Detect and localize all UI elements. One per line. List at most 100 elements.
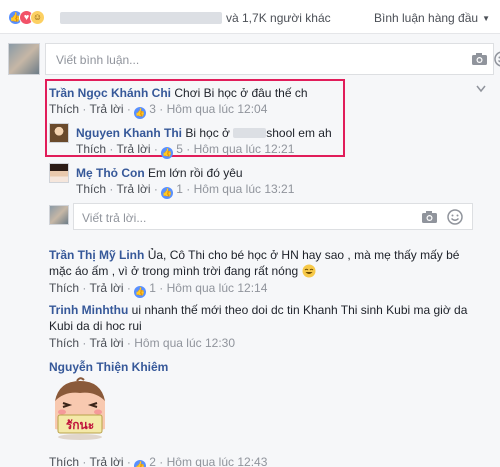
comment-row-cont: Kubi da di hoc rui xyxy=(49,319,142,333)
separator: · xyxy=(82,102,87,116)
timestamp[interactable]: Hôm qua lúc 12:14 xyxy=(167,281,268,295)
timestamp[interactable]: Hôm qua lúc 12:43 xyxy=(167,455,268,467)
like-link[interactable]: Thích xyxy=(49,455,79,467)
blurred-names xyxy=(60,12,222,24)
reaction-icons[interactable]: 👍 ♥ ☺ xyxy=(8,10,60,26)
separator: · xyxy=(159,102,164,116)
like-count-icon: 👍 xyxy=(134,460,147,467)
like-link[interactable]: Thích xyxy=(49,102,79,116)
like-count-icon: 👍 xyxy=(134,107,147,119)
chevron-down-icon[interactable] xyxy=(476,85,486,93)
reactions-count[interactable]: và 1,7K người khác xyxy=(226,11,331,25)
timestamp[interactable]: Hôm qua lúc 12:30 xyxy=(134,336,235,350)
separator: · xyxy=(159,455,164,467)
reply-link[interactable]: Trả lời xyxy=(89,281,123,295)
comment-author[interactable]: Trần Thị Mỹ Linh xyxy=(49,248,144,262)
separator: · xyxy=(153,142,158,156)
avatar[interactable] xyxy=(49,163,69,183)
timestamp[interactable]: Hôm qua lúc 12:04 xyxy=(167,102,268,116)
comment-text-line2: Kubi da di hoc rui xyxy=(49,319,142,333)
comment-meta: Thích · Trả lời · 👍 2 · Hôm qua lúc 12:43 xyxy=(49,455,267,467)
comment-author[interactable]: Trinh Minhthu xyxy=(49,303,128,317)
like-count-icon: 👍 xyxy=(161,147,174,159)
like-count[interactable]: 2 xyxy=(149,455,156,467)
separator: · xyxy=(186,182,191,196)
separator: · xyxy=(159,281,164,295)
sort-label: Bình luận hàng đầu xyxy=(373,11,479,25)
reply-link[interactable]: Trả lời xyxy=(89,336,123,350)
comment-row: Nguyễn Thiện Khiêm xyxy=(49,360,168,374)
camera-icon[interactable] xyxy=(421,210,438,224)
separator: · xyxy=(82,281,87,295)
comment-text-line2: mặc áo ấm , vì ở trong mình trời đang rấ… xyxy=(49,264,299,278)
comment-text-start: Bi học ở xyxy=(185,126,230,140)
reply-link[interactable]: Trả lời xyxy=(89,102,123,116)
comment-input-box[interactable]: Viết bình luận... xyxy=(45,43,500,75)
like-count[interactable]: 1 xyxy=(149,281,156,295)
comments-panel: 👍 ♥ ☺ và 1,7K người khác Bình luận hàng … xyxy=(0,0,500,467)
haha-icon: ☺ xyxy=(30,10,45,25)
avatar[interactable] xyxy=(8,43,40,75)
like-link[interactable]: Thích xyxy=(49,336,79,350)
comment-meta: Thích · Trả lời · 👍 1 · Hôm qua lúc 12:14 xyxy=(49,281,267,298)
camera-icon[interactable] xyxy=(471,52,488,66)
reactions-bar: 👍 ♥ ☺ và 1,7K người khác Bình luận hàng … xyxy=(0,0,500,34)
comment-text: Em lớn rồi đó yêu xyxy=(148,166,243,180)
like-count[interactable]: 3 xyxy=(149,102,156,116)
sticker-image[interactable]: รักนะ xyxy=(49,377,111,441)
comment-composer: Viết bình luận... xyxy=(8,43,500,77)
comment-meta: Thích · Trả lời · 👍 3 · Hôm qua lúc 12:04 xyxy=(49,102,267,119)
separator: · xyxy=(126,336,131,350)
like-link[interactable]: Thích xyxy=(76,182,106,196)
caret-down-icon: ▼ xyxy=(482,14,490,23)
emoji-icon[interactable] xyxy=(494,51,500,67)
timestamp[interactable]: Hôm qua lúc 13:21 xyxy=(194,182,295,196)
reply-input-box[interactable]: Viết trả lời... xyxy=(73,203,473,230)
reply-input[interactable]: Viết trả lời... xyxy=(82,211,146,225)
grinning-emoji-icon xyxy=(302,264,316,278)
avatar[interactable] xyxy=(49,123,69,143)
like-link[interactable]: Thích xyxy=(76,142,106,156)
comment-row: Trần Thị Mỹ Linh Ủa, Cô Thi cho bé học ở… xyxy=(49,248,459,262)
separator: · xyxy=(82,336,87,350)
comment-text-end: shool em ah xyxy=(266,126,332,140)
comment-text-line1: ui nhanh thế mới theo doi dc tin Khanh T… xyxy=(131,303,468,317)
comment-text-line1: Ủa, Cô Thi cho bé học ở HN hay sao , mà … xyxy=(147,248,460,262)
separator: · xyxy=(109,182,114,196)
separator: · xyxy=(126,102,131,116)
sticker-text: รักนะ xyxy=(66,418,94,432)
like-count-icon: 👍 xyxy=(134,286,147,298)
comment-row-cont: mặc áo ấm , vì ở trong mình trời đang rấ… xyxy=(49,264,316,278)
comment-author[interactable]: Mẹ Thỏ Con xyxy=(76,166,145,180)
comment-row: Trinh Minhthu ui nhanh thế mới theo doi … xyxy=(49,303,467,317)
timestamp[interactable]: Hôm qua lúc 12:21 xyxy=(194,142,295,156)
comment-author[interactable]: Nguyen Khanh Thi xyxy=(76,126,182,140)
comment-row: Trần Ngọc Khánh Chi Chơi Bi học ở đâu th… xyxy=(49,86,308,100)
separator: · xyxy=(109,142,114,156)
comment-author[interactable]: Nguyễn Thiện Khiêm xyxy=(49,360,168,374)
like-count[interactable]: 1 xyxy=(176,182,183,196)
separator: · xyxy=(153,182,158,196)
blurred-text xyxy=(233,128,267,138)
reply-link[interactable]: Trả lời xyxy=(116,142,150,156)
like-count[interactable]: 5 xyxy=(176,142,183,156)
comment-text: Chơi Bi học ở đâu thế ch xyxy=(174,86,308,100)
reply-row: Mẹ Thỏ Con Em lớn rồi đó yêu xyxy=(76,166,243,180)
reply-link[interactable]: Trả lời xyxy=(116,182,150,196)
comment-meta: Thích · Trả lời · 👍 1 · Hôm qua lúc 13:21 xyxy=(76,182,294,199)
separator: · xyxy=(186,142,191,156)
like-count-icon: 👍 xyxy=(161,187,174,199)
comment-meta: Thích · Trả lời · 👍 5 · Hôm qua lúc 12:21 xyxy=(76,142,294,159)
comment-meta: Thích · Trả lời · Hôm qua lúc 12:30 xyxy=(49,336,235,350)
sort-dropdown[interactable]: Bình luận hàng đầu ▼ xyxy=(374,11,490,25)
comment-author[interactable]: Trần Ngọc Khánh Chi xyxy=(49,86,171,100)
emoji-icon[interactable] xyxy=(447,209,463,225)
like-link[interactable]: Thích xyxy=(49,281,79,295)
separator: · xyxy=(126,455,131,467)
separator: · xyxy=(126,281,131,295)
comment-input[interactable]: Viết bình luận... xyxy=(56,53,139,67)
reply-link[interactable]: Trả lời xyxy=(89,455,123,467)
separator: · xyxy=(82,455,87,467)
reply-row: Nguyen Khanh Thi Bi học ở shool em ah xyxy=(76,126,332,140)
avatar[interactable] xyxy=(49,205,69,225)
